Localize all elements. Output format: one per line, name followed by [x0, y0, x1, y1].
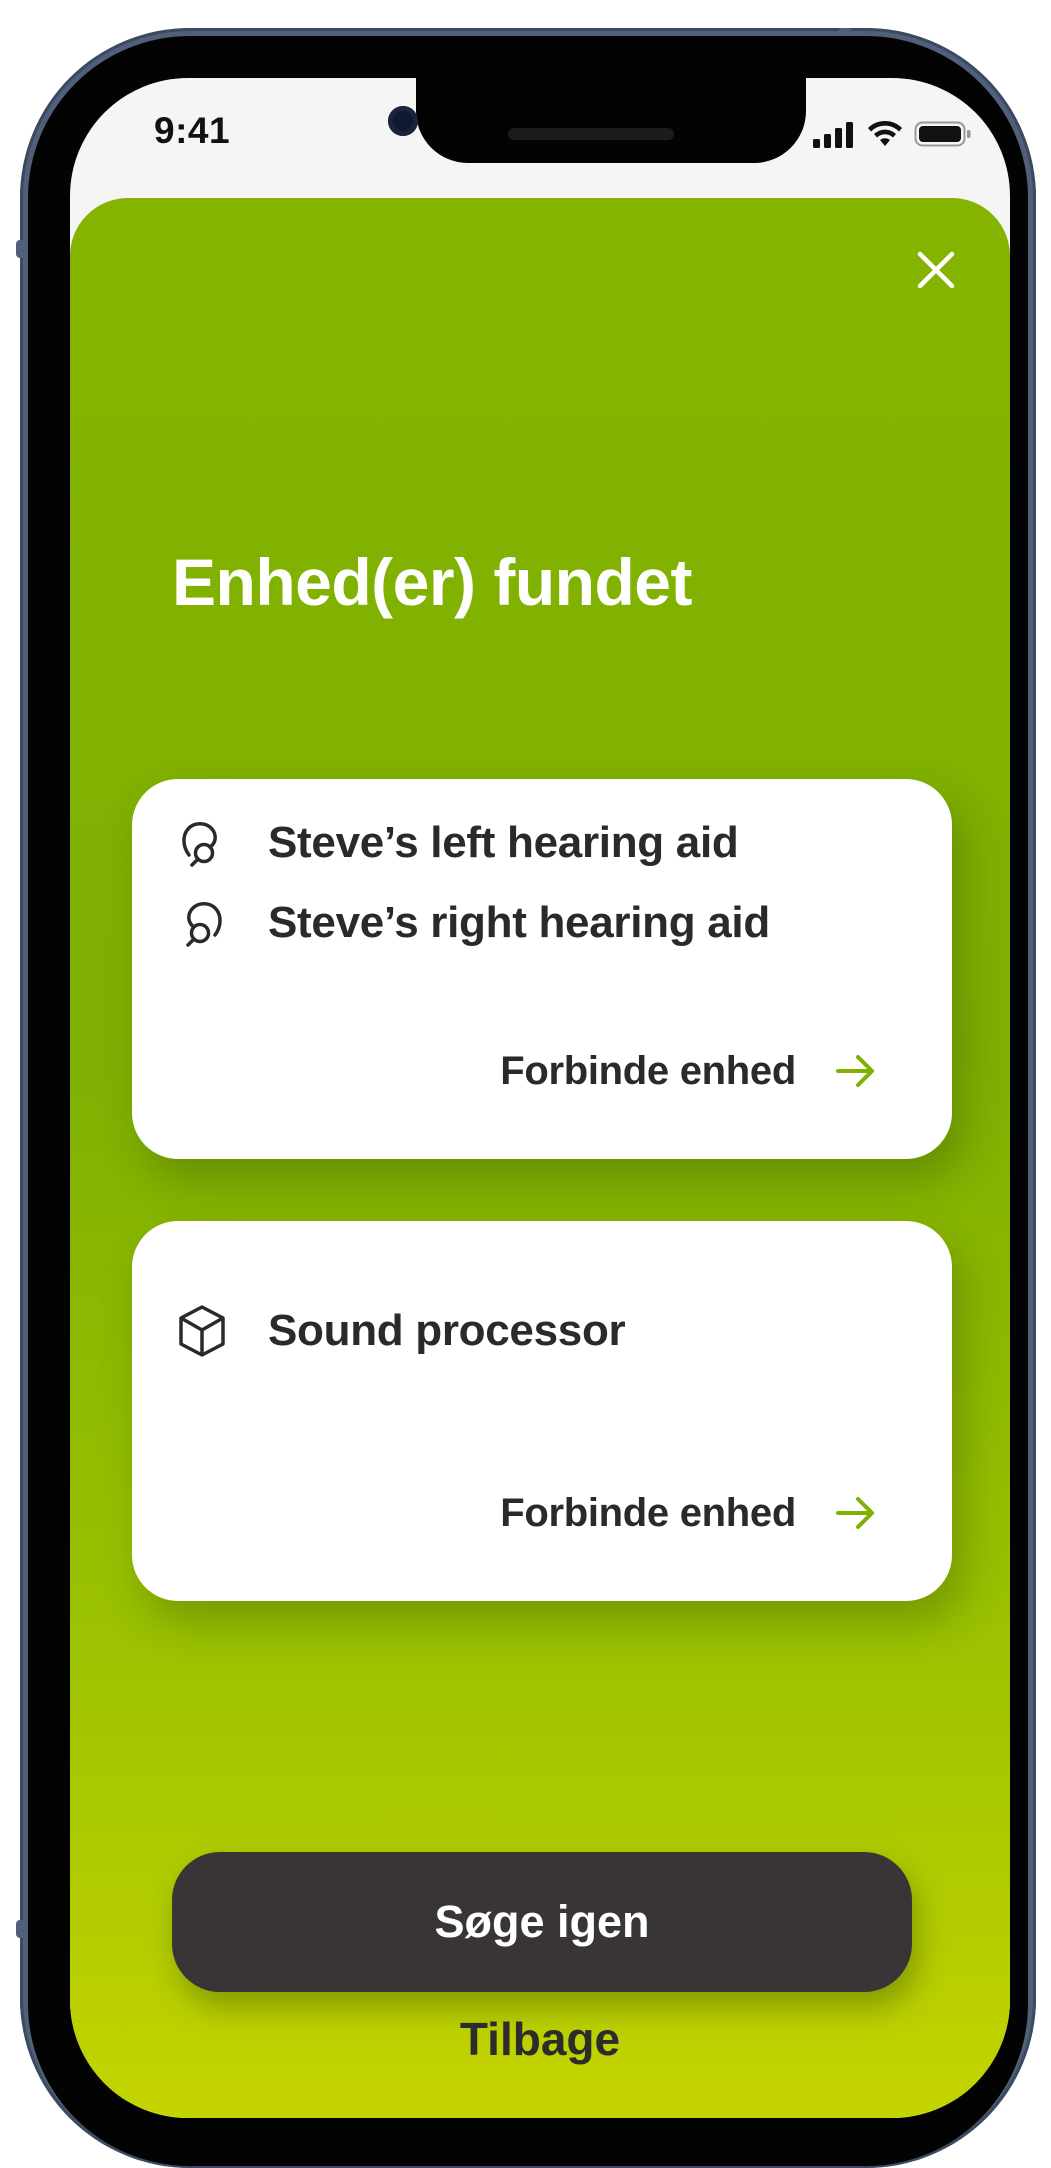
status-time: 9:41 [154, 110, 231, 151]
search-again-button[interactable]: Søge igen [172, 1852, 912, 1992]
speaker-grille [508, 128, 674, 140]
close-icon [917, 251, 955, 289]
notch [416, 78, 806, 163]
page-title: Enhed(er) fundet [172, 545, 692, 619]
device-row-left-hearing-aid: Steve’s left hearing aid [174, 815, 739, 871]
arrow-right-icon [836, 1497, 874, 1529]
side-button [16, 240, 28, 258]
cellular-signal-icon [813, 122, 853, 148]
connect-device-label: Forbinde enhed [500, 1048, 796, 1093]
side-button [16, 1920, 28, 1938]
screen: 9:41 Enhed(er) fundet Steve’s left heari… [70, 78, 1010, 2118]
wifi-icon [868, 120, 902, 146]
cube-icon [174, 1303, 230, 1359]
status-icons [812, 120, 972, 148]
arrow-right-icon [836, 1055, 874, 1087]
device-row-right-hearing-aid: Steve’s right hearing aid [174, 895, 770, 951]
devices-found-sheet: Enhed(er) fundet Steve’s left hearing ai… [70, 198, 1010, 2118]
back-link[interactable]: Tilbage [70, 2012, 1010, 2066]
device-row-sound-processor: Sound processor [174, 1303, 626, 1359]
front-camera [388, 106, 418, 136]
hearing-aid-left-icon [174, 815, 230, 871]
device-card-sound-processor: Sound processor Forbinde enhed [132, 1221, 952, 1601]
connect-device-link[interactable]: Forbinde enhed [500, 1047, 880, 1095]
battery-icon [914, 121, 971, 147]
device-name: Steve’s left hearing aid [268, 818, 739, 867]
connect-device-label: Forbinde enhed [500, 1490, 796, 1535]
device-name: Sound processor [268, 1306, 626, 1355]
device-card-hearing-aids: Steve’s left hearing aid Steve’s right h… [132, 779, 952, 1159]
connect-device-link[interactable]: Forbinde enhed [500, 1489, 880, 1537]
hearing-aid-right-icon [174, 895, 230, 951]
close-button[interactable] [910, 244, 962, 296]
device-name: Steve’s right hearing aid [268, 898, 770, 947]
